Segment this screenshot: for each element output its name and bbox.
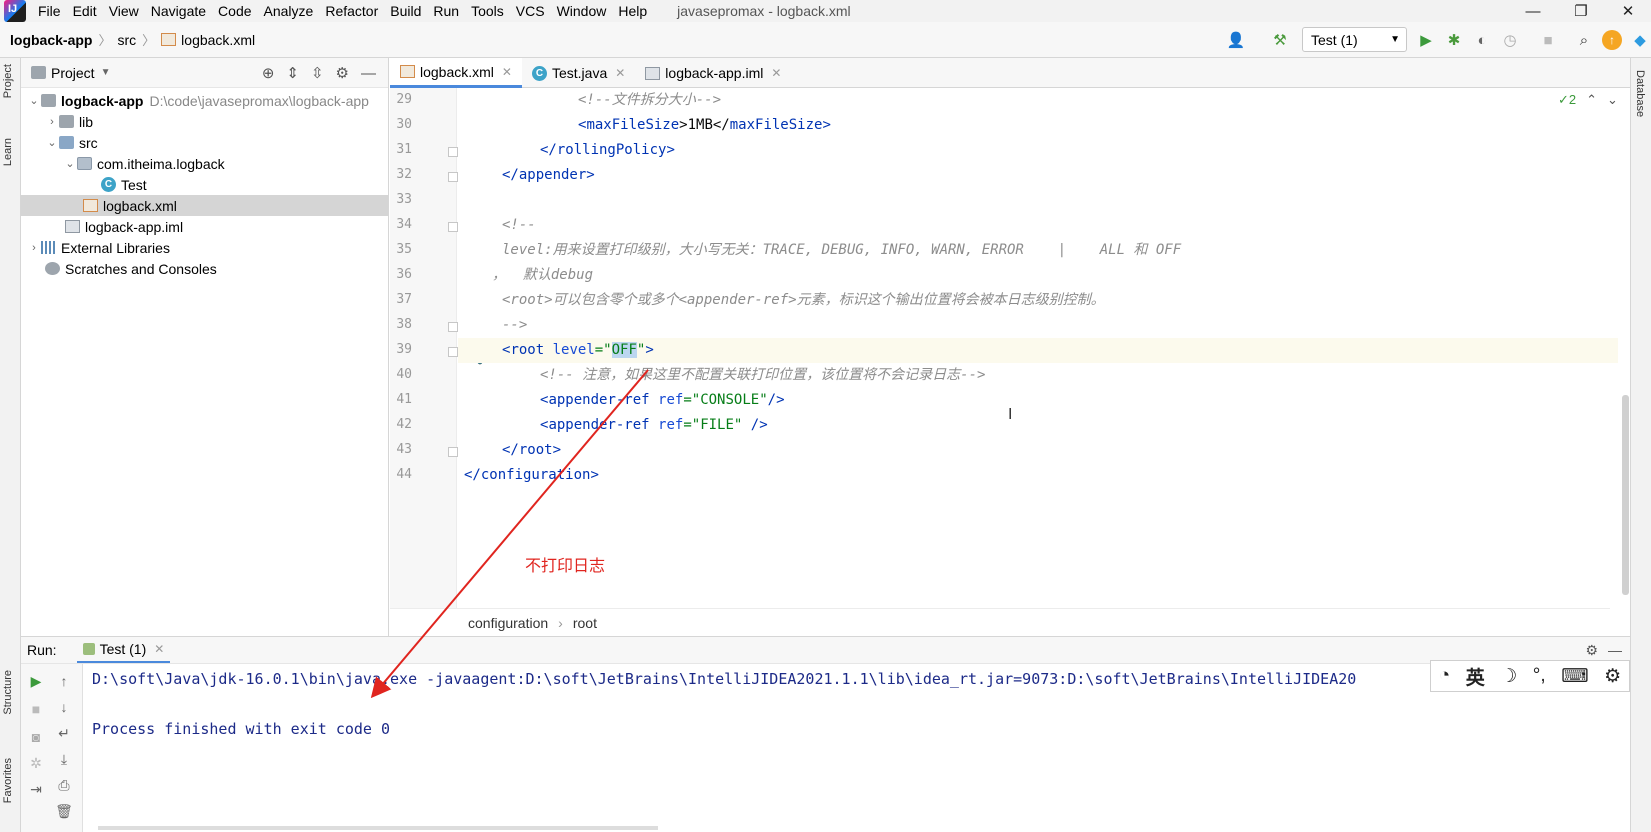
annotation-arrow	[370, 369, 649, 699]
annotation-text: 不打印日志	[525, 558, 606, 575]
